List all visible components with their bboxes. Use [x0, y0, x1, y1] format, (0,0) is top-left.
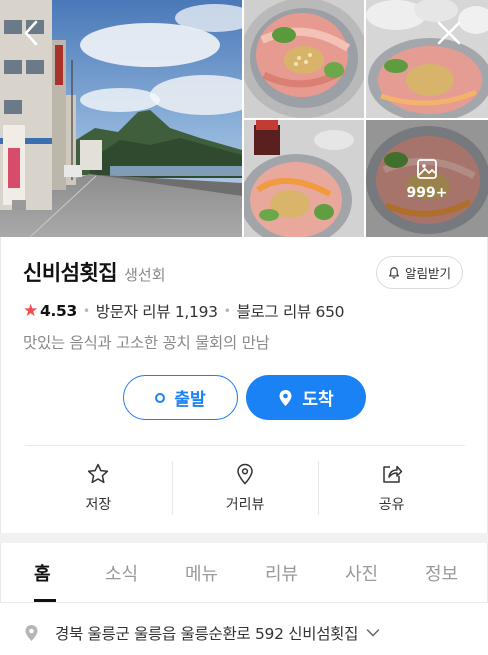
- divider: [25, 445, 465, 446]
- tab-info[interactable]: 정보: [425, 560, 458, 586]
- depart-button[interactable]: 출발: [123, 375, 238, 420]
- location-pin-outline-icon: [237, 463, 253, 485]
- image-icon: [417, 158, 437, 179]
- address-text: 경북 울릉군 울릉읍 울릉순환로 592 신비섬횟집: [55, 625, 359, 643]
- save-label: 저장: [85, 497, 112, 513]
- tab-bar: 홈 소식 메뉴 리뷰 사진 정보: [0, 543, 488, 603]
- visitor-reviews-link[interactable]: 방문자 리뷰 1,193: [96, 300, 218, 322]
- back-button[interactable]: [14, 16, 48, 50]
- address-row[interactable]: 경북 울릉군 울릉읍 울릉순환로 592 신비섬횟집: [24, 622, 380, 644]
- separator-dot: •: [83, 304, 90, 318]
- tab-menu[interactable]: 메뉴: [185, 560, 218, 586]
- place-name: 신비섬횟집: [23, 261, 118, 285]
- close-icon: [437, 21, 461, 45]
- bell-icon: [389, 266, 399, 279]
- close-button[interactable]: [432, 16, 466, 50]
- arrive-label: 도착: [302, 390, 334, 410]
- chevron-down-icon: [366, 629, 380, 637]
- food-photo[interactable]: [366, 0, 488, 118]
- tab-news[interactable]: 소식: [105, 560, 138, 586]
- save-button[interactable]: 저장: [25, 457, 172, 519]
- origin-dot-icon: [155, 392, 166, 403]
- food-photo[interactable]: [244, 120, 364, 237]
- share-button[interactable]: 공유: [318, 457, 465, 519]
- route-buttons: 출발 도착: [123, 375, 366, 420]
- notify-label: 알림받기: [404, 266, 451, 281]
- action-bar: 저장 거리뷰 공유: [25, 457, 465, 519]
- star-outline-icon: [88, 463, 109, 484]
- tab-photos[interactable]: 사진: [345, 560, 378, 586]
- arrive-button[interactable]: 도착: [246, 375, 366, 420]
- more-photos-overlay: 999+: [366, 120, 488, 237]
- food-photo[interactable]: [244, 0, 364, 118]
- photo-count: 999+: [406, 184, 448, 201]
- title-row: 신비섬횟집 생선회: [23, 257, 166, 287]
- street-view-label: 거리뷰: [225, 497, 265, 513]
- photo-gallery: 999+: [0, 0, 488, 237]
- share-icon: [382, 465, 402, 483]
- location-pin-icon: [25, 625, 38, 641]
- notify-button[interactable]: 알림받기: [375, 256, 463, 289]
- blog-reviews-link[interactable]: 블로그 리뷰 650: [237, 300, 345, 322]
- chevron-left-icon: [24, 20, 38, 46]
- more-photos-tile[interactable]: 999+: [366, 120, 488, 237]
- separator-dot: •: [223, 304, 231, 318]
- star-icon: ★: [23, 301, 38, 321]
- place-description: 맛있는 음식과 고소한 꽁치 물회의 만남: [23, 334, 270, 352]
- tab-reviews[interactable]: 리뷰: [265, 560, 298, 586]
- rating-value: 4.53: [39, 302, 77, 320]
- tab-home[interactable]: 홈: [34, 560, 51, 586]
- share-label: 공유: [378, 497, 405, 513]
- active-tab-indicator: [34, 599, 56, 602]
- place-info-panel: 신비섬횟집 생선회 알림받기 ★ 4.53 • 방문자 리뷰 1,193 • 블…: [0, 237, 488, 533]
- location-pin-icon: [279, 389, 292, 406]
- place-category: 생선회: [124, 266, 166, 284]
- stats-row: ★ 4.53 • 방문자 리뷰 1,193 • 블로그 리뷰 650: [23, 300, 345, 322]
- depart-label: 출발: [174, 390, 206, 410]
- street-view-button[interactable]: 거리뷰: [171, 457, 319, 519]
- section-gap: [0, 533, 488, 543]
